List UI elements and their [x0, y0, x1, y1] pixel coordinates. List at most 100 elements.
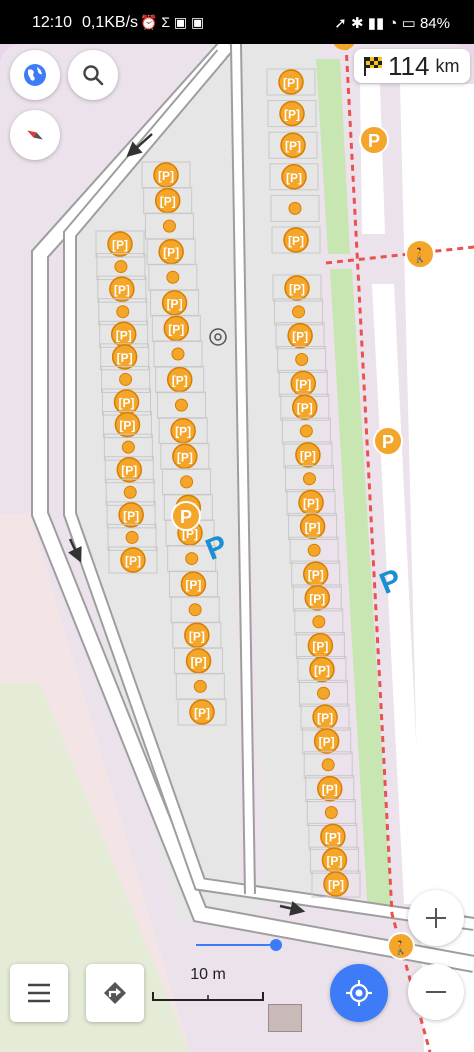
parking-dot[interactable]: [180, 475, 194, 489]
parking-space-icon[interactable]: [P]: [307, 632, 334, 659]
distance-to-destination[interactable]: 114 km: [354, 49, 470, 83]
parking-space-icon[interactable]: [P]: [172, 443, 198, 470]
svg-text:[P]: [P]: [295, 377, 311, 391]
parking-space-icon[interactable]: [P]: [302, 561, 329, 587]
parking-dot[interactable]: [174, 398, 188, 412]
parking-space-icon[interactable]: [P]: [304, 585, 331, 611]
svg-text:[P]: [P]: [119, 419, 135, 433]
parking-space-icon[interactable]: [P]: [110, 321, 137, 348]
parking-space-icon[interactable]: [P]: [189, 699, 215, 725]
status-network-speed: 0,1KB/s: [82, 14, 139, 31]
pedestrian-badge-2[interactable]: 🚶: [387, 932, 415, 960]
parking-space-icon[interactable]: [P]: [153, 162, 179, 188]
parking-space-icon[interactable]: [P]: [298, 489, 324, 516]
search-button[interactable]: [68, 50, 118, 100]
parking-space-icon[interactable]: [P]: [184, 622, 210, 649]
svg-text:[P]: [P]: [285, 139, 301, 153]
svg-text:P: P: [180, 507, 192, 527]
parking-dot[interactable]: [185, 552, 199, 566]
parking-space-icon[interactable]: [P]: [107, 231, 133, 257]
my-location-button[interactable]: [330, 964, 388, 1022]
parking-space-icon[interactable]: [P]: [113, 389, 140, 415]
parking-space-icon[interactable]: [P]: [278, 69, 304, 95]
parking-space-icon[interactable]: [P]: [180, 571, 207, 597]
wifi-icon: ◔: [388, 15, 398, 32]
parking-space-icon[interactable]: [P]: [154, 187, 181, 214]
parking-space-icon[interactable]: [P]: [317, 775, 343, 802]
parking-dot[interactable]: [121, 440, 135, 454]
checkered-flag-icon: [364, 57, 382, 76]
parking-space-icon[interactable]: [P]: [158, 238, 184, 265]
compass-button[interactable]: [10, 110, 60, 160]
slider-thumb[interactable]: [270, 939, 282, 951]
parking-space-icon[interactable]: [P]: [309, 656, 335, 683]
parking-dot[interactable]: [171, 347, 185, 361]
svg-text:[P]: [P]: [121, 464, 137, 478]
map-canvas[interactable]: [P] [P] [P] [P] [P] [P] [P] [P] [P] [P] [P] [P] [P] […: [0, 44, 474, 1052]
parking-dot[interactable]: [166, 270, 180, 284]
parking-dot[interactable]: [125, 530, 139, 544]
parking-badge-2[interactable]: P: [373, 426, 403, 456]
parking-dot[interactable]: [321, 758, 335, 772]
parking-space-icon[interactable]: [P]: [287, 322, 313, 349]
svg-text:[P]: [P]: [284, 108, 300, 122]
parking-dot[interactable]: [312, 615, 326, 629]
svg-text:[P]: [P]: [119, 396, 135, 410]
zoom-in-button[interactable]: [408, 890, 464, 946]
parking-space-icon[interactable]: [P]: [281, 164, 307, 190]
parking-dot[interactable]: [119, 372, 133, 386]
parking-dot[interactable]: [295, 353, 309, 367]
pedestrian-badge-1[interactable]: 🚶: [405, 239, 435, 269]
parking-space-icon[interactable]: [P]: [116, 456, 143, 483]
parking-space-icon[interactable]: [P]: [295, 442, 321, 468]
parking-space-icon[interactable]: [P]: [279, 100, 305, 127]
parking-space-icon[interactable]: [P]: [284, 275, 310, 301]
parking-space-icon[interactable]: [P]: [323, 871, 349, 897]
parking-dot[interactable]: [123, 485, 137, 499]
parking-space-icon[interactable]: [P]: [163, 315, 190, 342]
parking-dot[interactable]: [299, 424, 313, 438]
layers-button[interactable]: [10, 50, 60, 100]
parking-badge-3[interactable]: P: [171, 501, 201, 531]
parking-space-icon[interactable]: [P]: [320, 823, 346, 850]
parking-space-icon[interactable]: [P]: [161, 290, 188, 316]
parking-dot[interactable]: [114, 260, 128, 274]
parking-badge-1[interactable]: P: [359, 125, 389, 155]
parking-space-icon[interactable]: [P]: [321, 847, 348, 873]
menu-button[interactable]: [10, 964, 68, 1022]
parking-space-icon[interactable]: [P]: [111, 344, 138, 370]
parking-space-icon[interactable]: [P]: [166, 366, 193, 393]
parking-dot[interactable]: [292, 305, 306, 319]
parking-space-icon[interactable]: [P]: [313, 728, 340, 754]
parking-dot[interactable]: [302, 472, 316, 486]
parking-space-icon[interactable]: [P]: [118, 502, 144, 528]
zoom-out-button[interactable]: [408, 964, 464, 1020]
parking-dot[interactable]: [116, 305, 130, 319]
map-view[interactable]: [P] [P] [P] [P] [P] [P] [P] [P] [P] [P] [P] [P] [P] […: [0, 44, 474, 1052]
parking-space-icon[interactable]: [P]: [280, 132, 306, 158]
parking-space-icon[interactable]: [P]: [292, 394, 318, 420]
parking-dot[interactable]: [288, 201, 302, 215]
parking-space-icon[interactable]: [P]: [170, 417, 196, 444]
parking-space-icon[interactable]: [P]: [312, 704, 338, 730]
parking-dot[interactable]: [317, 686, 331, 700]
battery-percent: 84: [419, 15, 437, 32]
svg-text:[P]: [P]: [163, 246, 179, 260]
svg-text:[P]: [P]: [167, 297, 183, 311]
parking-space-icon[interactable]: [P]: [109, 276, 135, 302]
parking-space-icon[interactable]: [P]: [299, 513, 326, 540]
parking-space-icon[interactable]: [P]: [114, 411, 141, 438]
parking-dot[interactable]: [188, 603, 202, 617]
parking-space-icon[interactable]: [P]: [185, 648, 212, 674]
parking-dot[interactable]: [193, 679, 207, 693]
parking-space-icon[interactable]: [P]: [283, 227, 309, 253]
svg-text:[P]: [P]: [312, 640, 328, 654]
parking-space-icon[interactable]: [P]: [290, 370, 316, 397]
directions-button[interactable]: [86, 964, 144, 1022]
parking-dot[interactable]: [307, 543, 321, 557]
distance-value: 114: [388, 50, 430, 81]
parking-space-icon[interactable]: [P]: [120, 547, 146, 573]
parking-dot[interactable]: [162, 219, 176, 233]
route-progress-slider[interactable]: [196, 939, 282, 951]
parking-dot[interactable]: [324, 805, 338, 819]
